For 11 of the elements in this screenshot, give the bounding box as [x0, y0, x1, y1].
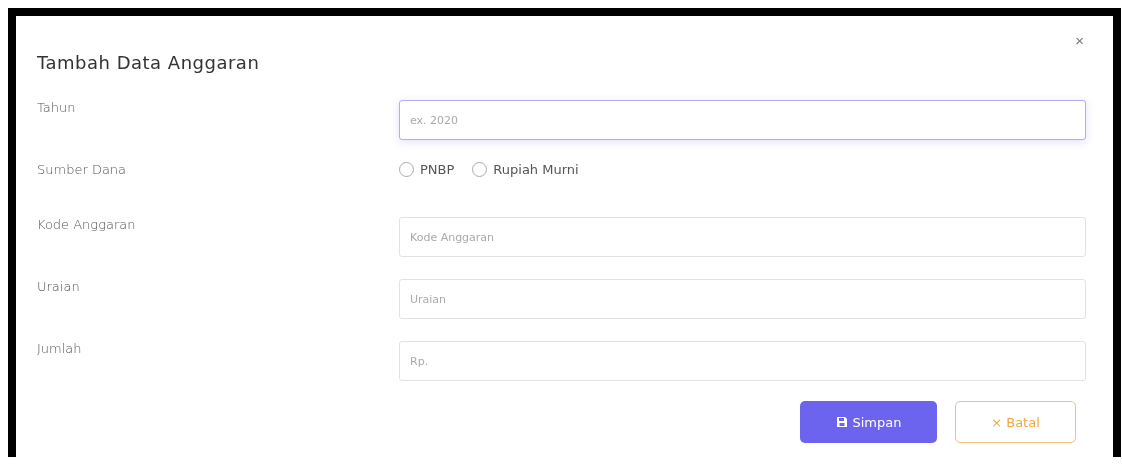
- dialog-title: Tambah Data Anggaran: [37, 52, 260, 73]
- field-label: Sumber Dana: [37, 162, 128, 177]
- field-label: Uraian: [37, 279, 81, 294]
- close-button[interactable]: ×: [1073, 32, 1086, 49]
- radio-label[interactable]: PNBP: [420, 162, 455, 177]
- save-button[interactable]: Simpan: [800, 401, 937, 443]
- radio-label[interactable]: Rupiah Murni: [493, 162, 579, 177]
- input-field[interactable]: ex. 2020: [399, 100, 1086, 140]
- field-label: Tahun: [37, 100, 77, 115]
- field-label: Kode Anggaran: [37, 217, 137, 232]
- field-label: Jumlah: [37, 341, 83, 356]
